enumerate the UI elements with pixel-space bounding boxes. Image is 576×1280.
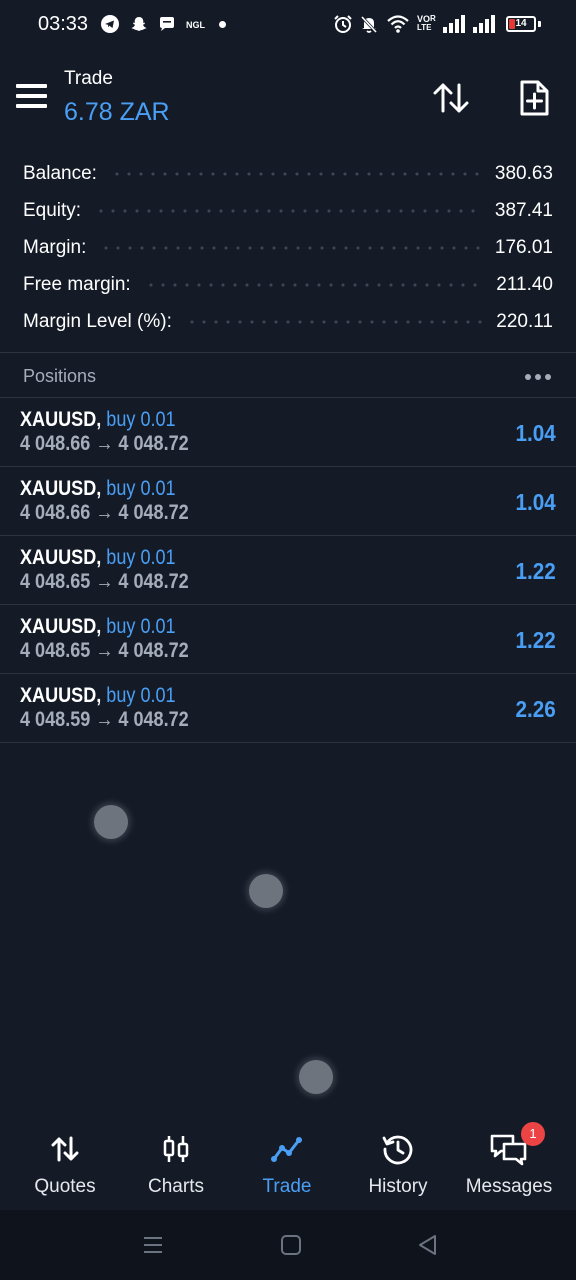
nav-item-messages[interactable]: 1 Messages xyxy=(453,1120,565,1210)
summary-label: Free margin: xyxy=(23,273,131,295)
alarm-icon xyxy=(334,15,352,33)
volte-label-mid: LTE xyxy=(417,23,432,32)
position-prices: 4 048.59 → 4 048.72 xyxy=(20,708,189,731)
nav-label: Charts xyxy=(148,1176,204,1197)
summary-row-balance: Balance: 380.63 xyxy=(0,155,576,192)
battery-level: 14 xyxy=(515,18,527,29)
sort-arrows-icon[interactable] xyxy=(431,78,471,118)
bell-off-icon xyxy=(360,15,378,34)
position-type: buy 0.01 xyxy=(106,546,176,569)
summary-value: 387.41 xyxy=(494,199,553,221)
positions-title: Positions xyxy=(23,366,97,386)
status-time: 03:33 xyxy=(38,13,89,35)
position-row[interactable]: XAUUSD, buy 0.01 4 048.65 → 4 048.72 1.2… xyxy=(0,605,576,674)
positions-list: XAUUSD, buy 0.01 4 048.66 → 4 048.72 1.0… xyxy=(0,398,576,743)
position-prices: 4 048.66 → 4 048.72 xyxy=(20,432,189,455)
summary-label: Balance: xyxy=(23,162,97,184)
position-row[interactable]: XAUUSD, buy 0.01 4 048.65 → 4 048.72 1.2… xyxy=(0,536,576,605)
summary-row-margin-level: Margin Level (%): 220.11 xyxy=(0,303,576,340)
summary-value: 220.11 xyxy=(496,310,553,332)
position-profit: 1.04 xyxy=(515,489,556,515)
position-type: buy 0.01 xyxy=(106,615,176,638)
touch-indicator xyxy=(249,874,283,908)
status-bar: 03:33 NGL VO LTE R 14 xyxy=(0,0,576,52)
recent-apps-icon[interactable] xyxy=(141,1233,165,1257)
dotted-leader xyxy=(95,208,481,213)
position-prices: 4 048.66 → 4 048.72 xyxy=(20,501,189,524)
position-profit: 2.26 xyxy=(515,696,556,722)
position-prices: 4 048.65 → 4 048.72 xyxy=(20,570,189,593)
more-horizontal-icon[interactable] xyxy=(525,374,553,380)
back-icon[interactable] xyxy=(416,1233,440,1257)
quotes-arrows-icon xyxy=(51,1136,79,1162)
touch-indicator xyxy=(299,1060,333,1094)
notification-dot-icon xyxy=(219,21,226,28)
touch-indicator xyxy=(94,805,128,839)
history-clock-icon xyxy=(382,1135,413,1165)
summary-row-margin: Margin: 176.01 xyxy=(0,229,576,266)
system-navigation-bar xyxy=(0,1210,576,1280)
candlestick-chart-icon xyxy=(163,1136,189,1162)
ngl-icon: NGL xyxy=(186,20,205,30)
chat-bubble-icon xyxy=(160,17,174,31)
summary-row-equity: Equity: 387.41 xyxy=(0,192,576,229)
nav-label: History xyxy=(368,1176,428,1197)
position-symbol: XAUUSD, xyxy=(20,615,102,638)
volte-label-bot: R xyxy=(430,14,436,23)
trade-line-chart-icon xyxy=(271,1137,302,1162)
position-symbol: XAUUSD, xyxy=(20,684,102,707)
position-prices: 4 048.65 → 4 048.72 xyxy=(20,639,189,662)
page-title: Trade xyxy=(64,68,113,89)
nav-item-trade[interactable]: Trade xyxy=(231,1120,343,1210)
account-balance: 6.78 ZAR xyxy=(64,98,170,126)
position-symbol: XAUUSD, xyxy=(20,477,102,500)
summary-value: 176.01 xyxy=(494,236,553,258)
dotted-leader xyxy=(185,319,483,324)
telegram-icon xyxy=(101,15,119,33)
position-type: buy 0.01 xyxy=(106,477,176,500)
wifi-icon xyxy=(387,15,409,33)
position-row[interactable]: XAUUSD, buy 0.01 4 048.66 → 4 048.72 1.0… xyxy=(0,398,576,467)
nav-item-quotes[interactable]: Quotes xyxy=(9,1120,121,1210)
dotted-leader xyxy=(100,245,481,250)
position-symbol: XAUUSD, xyxy=(20,546,102,569)
positions-header: Positions xyxy=(0,355,576,397)
dotted-leader xyxy=(110,171,481,176)
position-type: buy 0.01 xyxy=(106,684,176,707)
position-type: buy 0.01 xyxy=(106,408,176,431)
battery-icon: 14 xyxy=(506,16,536,32)
bottom-navigation: Quotes Charts Trade History 1 Messages xyxy=(0,1120,576,1210)
snapchat-icon xyxy=(131,17,147,31)
summary-label: Margin Level (%): xyxy=(23,310,172,332)
position-row[interactable]: XAUUSD, buy 0.01 4 048.59 → 4 048.72 2.2… xyxy=(0,674,576,743)
nav-item-history[interactable]: History xyxy=(342,1120,454,1210)
summary-value: 380.63 xyxy=(494,162,553,184)
summary-label: Equity: xyxy=(23,199,82,221)
position-profit: 1.22 xyxy=(515,627,556,653)
divider xyxy=(0,352,576,353)
summary-value: 211.40 xyxy=(496,273,553,295)
top-app-bar: Trade 6.78 ZAR xyxy=(0,60,576,140)
nav-label: Trade xyxy=(262,1176,312,1197)
summary-label: Margin: xyxy=(23,236,87,258)
position-row[interactable]: XAUUSD, buy 0.01 4 048.66 → 4 048.72 1.0… xyxy=(0,467,576,536)
home-icon[interactable] xyxy=(279,1233,303,1257)
position-profit: 1.22 xyxy=(515,558,556,584)
battery-cap xyxy=(538,21,541,27)
position-symbol: XAUUSD, xyxy=(20,408,102,431)
signal-strength-icon xyxy=(443,15,465,33)
position-profit: 1.04 xyxy=(515,420,556,446)
unread-badge: 1 xyxy=(521,1122,545,1146)
nav-item-charts[interactable]: Charts xyxy=(120,1120,232,1210)
summary-row-free-margin: Free margin: 211.40 xyxy=(0,266,576,303)
hamburger-menu-icon[interactable] xyxy=(16,84,48,110)
new-order-icon[interactable] xyxy=(514,78,554,118)
account-summary: Balance: 380.63 Equity: 387.41 Margin: 1… xyxy=(0,155,576,340)
nav-label: Quotes xyxy=(34,1176,96,1197)
nav-label: Messages xyxy=(465,1176,553,1197)
dotted-leader xyxy=(144,282,483,287)
signal-strength-2-icon xyxy=(473,15,495,33)
